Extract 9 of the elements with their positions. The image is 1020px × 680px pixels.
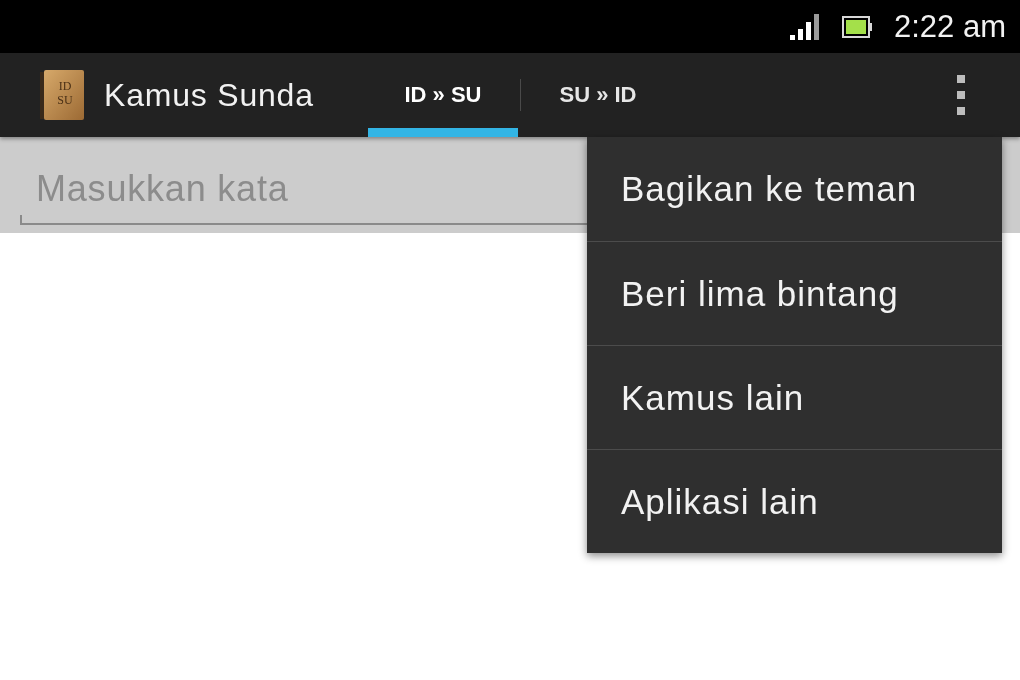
menu-item[interactable]: Aplikasi lain [587,449,1002,553]
signal-icon [790,13,820,40]
tab[interactable]: SU » ID [523,53,673,137]
menu-item[interactable]: Kamus lain [587,345,1002,449]
battery-icon [842,15,872,38]
app-title: Kamus Sunda [104,76,314,114]
clock-time: 2:22 am [894,8,1006,45]
menu-item[interactable]: Beri lima bintang [587,241,1002,345]
more-options-icon [957,75,965,115]
